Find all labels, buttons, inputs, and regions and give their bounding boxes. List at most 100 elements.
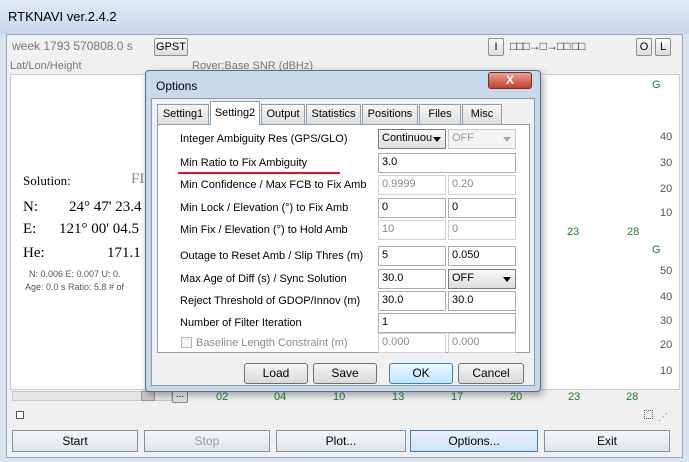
dialog-title: Options: [156, 79, 198, 93]
plot-bottom-system-label: G: [652, 244, 661, 256]
input-stream-button[interactable]: I: [488, 38, 504, 56]
lon-label: E:: [23, 221, 37, 237]
prn-label: 28: [626, 391, 639, 403]
min-confidence-label: Min Confidence / Max FCB to Fix Amb: [180, 179, 367, 191]
lon-value: 121° 00' 04.5: [59, 221, 139, 237]
height-label: He:: [23, 245, 45, 261]
prn-label: 10: [333, 391, 346, 403]
log-stream-button[interactable]: L: [655, 38, 671, 56]
axis-tick: 50: [660, 265, 673, 277]
lat-value: 24° 47' 23.4: [69, 199, 142, 215]
solution-label: Solution:: [23, 173, 71, 188]
filter-iteration-field[interactable]: 1: [378, 313, 516, 333]
axis-tick: 20: [660, 339, 673, 351]
baseline-constraint-checkbox[interactable]: [181, 337, 192, 348]
prn-label: 04: [274, 391, 287, 403]
baseline-constraint-label: Baseline Length Constraint (m): [196, 337, 348, 349]
dialog-body: Setting1 Setting2 Output Statistics Posi…: [151, 98, 535, 386]
resize-grip-icon[interactable]: ⋰: [658, 412, 668, 423]
stream-status-indicator: □□□→□→□□ □□: [510, 39, 585, 53]
reject-gdop-field[interactable]: 30.0: [378, 291, 446, 311]
baseline-length-field[interactable]: 0.000: [378, 333, 446, 353]
max-age-diff-field[interactable]: 30.0: [378, 269, 446, 289]
stop-button[interactable]: Stop: [144, 430, 270, 452]
age-ratio-line: Age: 0.0 s Ratio: 5.8 # of: [25, 282, 125, 292]
min-confidence-field[interactable]: 0.9999: [378, 175, 446, 195]
close-icon: X: [505, 73, 514, 87]
min-ratio-field[interactable]: 3.0: [378, 153, 516, 173]
exit-button[interactable]: Exit: [544, 430, 670, 452]
chevron-down-icon: [433, 137, 441, 142]
axis-tick: 10: [660, 207, 673, 219]
solution-status: FI: [131, 171, 145, 187]
axis-tick: 30: [660, 157, 673, 169]
lat-label: N:: [23, 199, 38, 215]
tab-misc[interactable]: Misc: [462, 104, 502, 124]
ambiguity-res-gps-select[interactable]: Continuou: [378, 129, 446, 149]
sync-solution-select[interactable]: OFF: [448, 269, 516, 289]
axis-tick: 40: [660, 131, 673, 143]
chevron-down-icon: [503, 137, 511, 142]
height-value: 171.1: [107, 245, 141, 261]
options-button[interactable]: Options...: [410, 430, 538, 452]
tab-output[interactable]: Output: [261, 104, 305, 124]
scrollbar-thumb[interactable]: [141, 391, 155, 401]
ambiguity-res-label: Integer Ambiguity Res (GPS/GLO): [180, 133, 348, 145]
prn-label: 13: [392, 391, 405, 403]
hold-elevation-field[interactable]: 0: [448, 220, 516, 240]
std-line: N: 0.006 E: 0.007 U: 0.: [29, 269, 121, 279]
options-dialog: Options X Setting1 Setting2 Output Stati…: [145, 70, 541, 392]
start-button[interactable]: Start: [12, 430, 138, 452]
outage-reset-label: Outage to Reset Amb / Slip Thres (m): [180, 250, 364, 262]
time-display: week 1793 570808.0 s: [12, 39, 133, 53]
save-button[interactable]: Save: [313, 363, 377, 384]
min-ratio-label: Min Ratio to Fix Ambiguity: [180, 157, 308, 169]
axis-tick: 40: [660, 291, 673, 303]
setting2-page: Integer Ambiguity Res (GPS/GLO) Continuo…: [157, 124, 530, 353]
axis-tick: 10: [660, 365, 673, 377]
plot-button[interactable]: Plot...: [276, 430, 406, 452]
max-fcb-field[interactable]: 0.20: [448, 175, 516, 195]
reject-innov-field[interactable]: 30.0: [448, 291, 516, 311]
highlight-underline: [178, 172, 340, 174]
main-titlebar: RTKNAVI ver.2.4.2: [0, 0, 689, 34]
min-fix-field[interactable]: 10: [378, 220, 446, 240]
tab-positions[interactable]: Positions: [362, 104, 418, 124]
fix-elevation-field[interactable]: 0: [448, 198, 516, 218]
ok-button[interactable]: OK: [389, 363, 453, 384]
prn-label: 02: [216, 391, 229, 403]
min-lock-label: Min Lock / Elevation (°) to Fix Amb: [180, 202, 349, 214]
tab-statistics[interactable]: Statistics: [306, 104, 361, 124]
solution-mode-select[interactable]: Lat/Lon/Height: [10, 60, 82, 72]
cancel-button[interactable]: Cancel: [458, 363, 524, 384]
outage-reset-field[interactable]: 5: [378, 246, 446, 266]
max-age-diff-label: Max Age of Diff (s) / Sync Solution: [180, 273, 347, 285]
plot-top-system-label: G: [652, 79, 661, 91]
close-button[interactable]: X: [488, 72, 532, 89]
output-stream-button[interactable]: O: [636, 38, 652, 56]
slip-threshold-field[interactable]: 0.050: [448, 246, 516, 266]
filter-iteration-label: Number of Filter Iteration: [180, 317, 302, 329]
prn-label: 28: [627, 226, 640, 238]
tab-files[interactable]: Files: [419, 104, 461, 124]
axis-tick: 20: [660, 183, 673, 195]
prn-label: 23: [567, 226, 580, 238]
reject-threshold-label: Reject Threshold of GDOP/Innov (m): [180, 295, 361, 307]
solution-panel: Solution: FI N: 24° 47' 23.4 E: 121° 00'…: [10, 74, 154, 390]
prn-label: 17: [451, 391, 464, 403]
status-indicator-box: [644, 410, 653, 419]
min-fix-label: Min Fix / Elevation (°) to Hold Amb: [180, 224, 348, 236]
tab-setting2[interactable]: Setting2: [210, 101, 260, 125]
app-title: RTKNAVI ver.2.4.2: [8, 9, 117, 24]
prn-label: 23: [568, 391, 581, 403]
ambiguity-res-glo-select[interactable]: OFF: [448, 129, 516, 149]
baseline-sigma-field[interactable]: 0.000: [448, 333, 516, 353]
chevron-down-icon: [503, 277, 511, 282]
status-checkbox[interactable]: [16, 411, 24, 419]
tab-setting1[interactable]: Setting1: [157, 104, 209, 124]
prn-label: 20: [510, 391, 523, 403]
time-system-button[interactable]: GPST: [154, 38, 188, 56]
axis-tick: 30: [660, 315, 673, 327]
load-button[interactable]: Load: [244, 363, 308, 384]
min-lock-field[interactable]: 0: [378, 198, 446, 218]
